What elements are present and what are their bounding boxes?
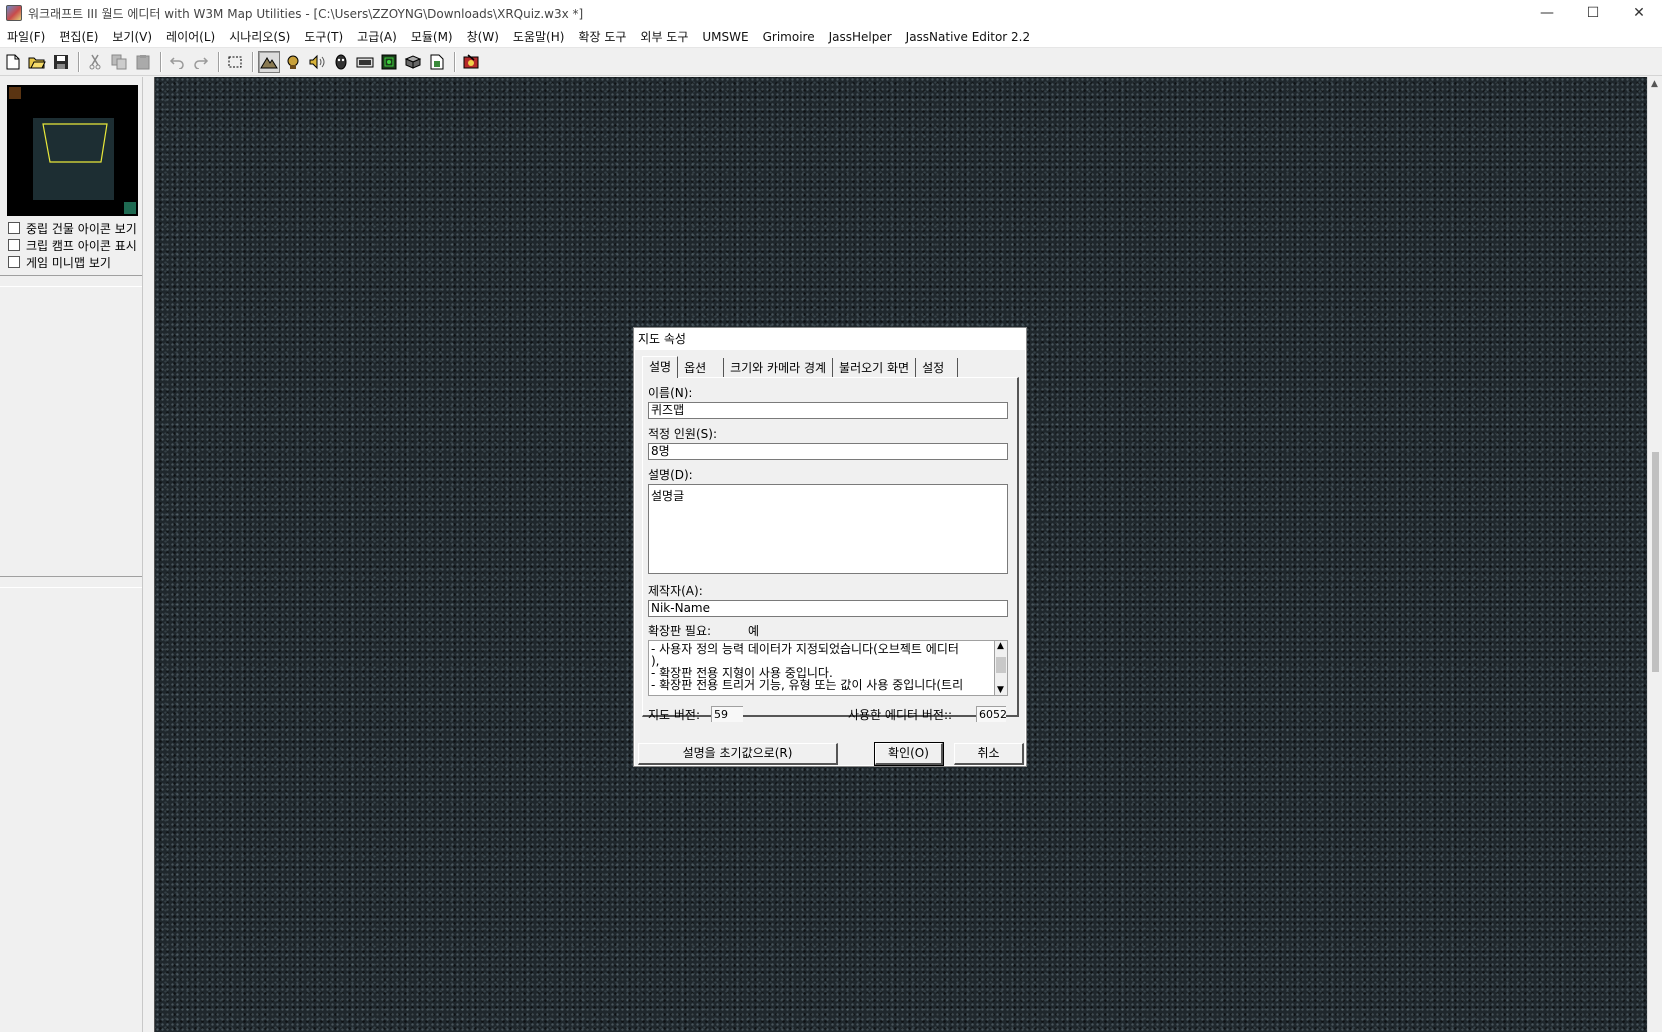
paste-icon[interactable] — [132, 51, 154, 73]
cut-icon[interactable] — [84, 51, 106, 73]
map-version-value: 59 — [711, 706, 743, 722]
menu-umswe[interactable]: UMSWE — [695, 30, 755, 44]
menu-advanced[interactable]: 고급(A) — [350, 28, 404, 45]
camera-bounds-trapezoid — [42, 123, 108, 163]
tab-loading-screen[interactable]: 불러오기 화면 — [833, 358, 917, 378]
editor-version-label: 사용한 에디터 버전:: — [848, 708, 953, 722]
left-panel: 중립 건물 아이콘 보기 크립 캠프 아이콘 표시 게임 미니맵 보기 — [0, 77, 143, 1032]
map-version-label: 지도 버전: — [648, 708, 701, 722]
undo-icon[interactable] — [166, 51, 188, 73]
menu-jassnative-editor[interactable]: JassNative Editor 2.2 — [899, 30, 1037, 44]
toolbar-separator — [454, 52, 456, 72]
tab-size-camera-bounds[interactable]: 크기와 카메라 경계 — [724, 358, 834, 378]
description-label: 설명(D): — [648, 468, 693, 482]
menu-view[interactable]: 보기(V) — [105, 28, 159, 45]
open-folder-icon[interactable] — [26, 51, 48, 73]
terrain-editor-icon[interactable] — [258, 51, 280, 73]
author-label: 제작자(A): — [648, 584, 703, 598]
neutral-building-icon-checkbox[interactable]: 중립 건물 아이콘 보기 — [8, 220, 140, 236]
redo-icon[interactable] — [190, 51, 212, 73]
menu-module[interactable]: 모듈(M) — [404, 28, 460, 45]
checkbox-label: 크립 캠프 아이콘 표시 — [26, 238, 137, 253]
new-file-icon[interactable] — [2, 51, 24, 73]
dialog-title: 지도 속성 — [634, 328, 1026, 350]
ok-button[interactable]: 확인(O) — [874, 742, 944, 766]
game-minimap-checkbox[interactable]: 게임 미니맵 보기 — [8, 254, 140, 270]
window-controls: — ☐ ✕ — [1524, 0, 1662, 26]
players-field[interactable]: 8명 — [648, 443, 1008, 460]
cancel-button[interactable]: 취소 — [954, 743, 1024, 765]
requirement-line: - 사용자 정의 능력 데이터가 지정되었습니다(오브젝트 에디터 — [651, 642, 959, 656]
description-field[interactable]: 설명글 — [648, 484, 1008, 574]
campaign-editor-icon[interactable] — [354, 51, 376, 73]
menu-window[interactable]: 창(W) — [460, 28, 506, 45]
dialog-tabs: 설명 옵션 크기와 카메라 경계 불러오기 화면 설정 — [642, 356, 959, 378]
test-map-icon[interactable] — [460, 51, 482, 73]
players-label: 적정 인원(S): — [648, 427, 717, 441]
panel-divider — [0, 275, 142, 287]
menu-layer[interactable]: 레이어(L) — [159, 28, 222, 45]
editor-version-value: 6052 — [976, 706, 1007, 722]
expansion-required-label: 확장판 필요: — [648, 624, 712, 638]
checkbox-label: 중립 건물 아이콘 보기 — [26, 221, 137, 236]
name-field[interactable]: 퀴즈맵 — [648, 402, 1008, 419]
expansion-requirements-list[interactable]: - 사용자 정의 능력 데이터가 지정되었습니다(오브젝트 에디터 ), - 확… — [648, 640, 995, 696]
toolbar-separator — [218, 52, 220, 72]
scroll-up-icon[interactable]: ▲ — [997, 641, 1004, 651]
menu-extension-tools[interactable]: 확장 도구 — [571, 28, 633, 45]
checkbox-label: 게임 미니맵 보기 — [26, 255, 111, 270]
window-title: 워크래프트 III 월드 에디터 with W3M Map Utilities … — [28, 6, 584, 21]
requirement-line: - 확장판 전용 트리거 기능, 유형 또는 값이 사용 중입니다(트리 — [651, 678, 964, 692]
menu-edit[interactable]: 편집(E) — [52, 28, 105, 45]
scrollbar-thumb[interactable] — [996, 657, 1006, 673]
title-bar: 워크래프트 III 월드 에디터 with W3M Map Utilities … — [0, 0, 1662, 26]
minimap-marker — [124, 202, 136, 214]
object-manager-icon[interactable] — [402, 51, 424, 73]
scroll-up-icon[interactable]: ▲ — [1651, 79, 1658, 89]
sound-editor-icon[interactable] — [306, 51, 328, 73]
tab-settings[interactable]: 설정 — [916, 358, 959, 378]
minimap[interactable] — [7, 85, 138, 216]
checkbox-box[interactable] — [8, 239, 20, 251]
map-properties-dialog: 지도 속성 설명 옵션 크기와 카메라 경계 불러오기 화면 설정 이름(N):… — [633, 327, 1027, 767]
author-field[interactable]: Nik-Name — [648, 600, 1008, 617]
menu-file[interactable]: 파일(F) — [0, 28, 52, 45]
checkbox-box[interactable] — [8, 256, 20, 268]
minimize-button[interactable]: — — [1524, 0, 1570, 26]
save-icon[interactable] — [50, 51, 72, 73]
copy-icon[interactable] — [108, 51, 130, 73]
unit-editor-icon[interactable] — [282, 51, 304, 73]
menu-grimoire[interactable]: Grimoire — [756, 30, 822, 44]
object-editor-icon[interactable] — [330, 51, 352, 73]
map-vertical-scrollbar[interactable]: ▲ — [1647, 77, 1662, 1032]
close-button[interactable]: ✕ — [1616, 0, 1662, 26]
menu-help[interactable]: 도움말(H) — [506, 28, 572, 45]
menu-scenario[interactable]: 시나리오(S) — [222, 28, 297, 45]
menu-external-tools[interactable]: 외부 도구 — [633, 28, 695, 45]
scroll-down-icon[interactable]: ▼ — [997, 685, 1004, 695]
select-region-icon[interactable] — [224, 51, 246, 73]
menu-tools[interactable]: 도구(T) — [297, 28, 350, 45]
tab-options[interactable]: 옵션 — [678, 358, 725, 378]
scrollbar-thumb[interactable] — [1652, 452, 1659, 672]
ai-editor-icon[interactable] — [378, 51, 400, 73]
toolbar-separator — [252, 52, 254, 72]
toolbar-separator — [160, 52, 162, 72]
menu-bar: 파일(F) 편집(E) 보기(V) 레이어(L) 시나리오(S) 도구(T) 고… — [0, 26, 1662, 48]
menu-jasshelper[interactable]: JassHelper — [822, 30, 899, 44]
app-icon — [6, 5, 22, 21]
toolbar-separator — [78, 52, 80, 72]
import-manager-icon[interactable] — [426, 51, 448, 73]
toolbar — [0, 49, 1662, 76]
expansion-required-value: 예 — [748, 624, 760, 638]
requirements-scrollbar[interactable]: ▲ ▼ — [995, 640, 1008, 696]
tab-description[interactable]: 설명 — [642, 356, 679, 378]
maximize-button[interactable]: ☐ — [1570, 0, 1616, 26]
checkbox-box[interactable] — [8, 222, 20, 234]
reset-description-button[interactable]: 설명을 초기값으로(R) — [638, 743, 838, 765]
creep-camp-icon-checkbox[interactable]: 크립 캠프 아이콘 표시 — [8, 237, 140, 253]
name-label: 이름(N): — [648, 386, 693, 400]
panel-divider — [0, 576, 142, 588]
